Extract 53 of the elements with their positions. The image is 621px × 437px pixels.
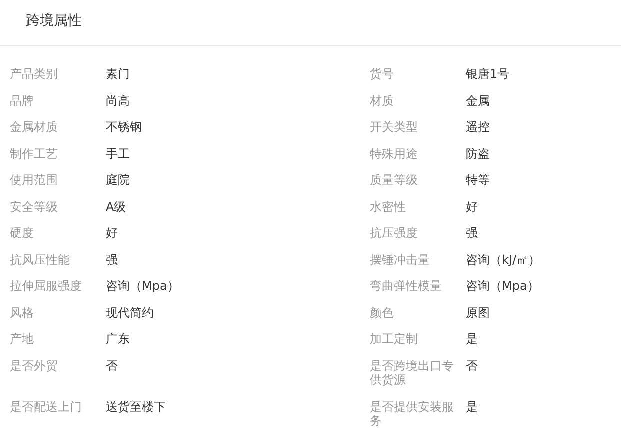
attribute-label: 拉伸屈服强度	[10, 279, 83, 294]
attribute-label: 货号	[370, 67, 395, 82]
attribute-value: 是	[466, 400, 478, 414]
attribute-value: 现代简约	[106, 306, 154, 320]
attribute-value: 否	[466, 358, 478, 373]
attribute-value: 否	[106, 358, 118, 373]
attribute-value: 素门	[106, 67, 130, 82]
attribute-label: 金属材质	[10, 120, 59, 134]
attribute-label: 材质	[370, 94, 395, 108]
attribute-label: 摆锤冲击量	[370, 252, 431, 267]
attribute-label: 是否提供安装服务	[370, 400, 455, 428]
attribute-label: 抗压强度	[370, 226, 419, 240]
attribute-label: 制作工艺	[10, 146, 59, 161]
attribute-label: 弯曲弹性模量	[370, 279, 443, 294]
attribute-value: 防盗	[466, 146, 490, 161]
attribute-value: 好	[106, 226, 118, 240]
attribute-value: 遥控	[466, 120, 490, 134]
attribute-value: 咨询（kJ/㎡）	[466, 252, 541, 267]
attribute-label: 是否跨境出口专供货源	[370, 358, 455, 388]
attribute-value: 送货至楼下	[106, 400, 166, 414]
attribute-label: 开关类型	[370, 120, 419, 134]
attribute-value: 好	[466, 200, 478, 214]
attribute-label: 抗风压性能	[10, 252, 71, 267]
attribute-label: 风格	[10, 306, 35, 320]
attribute-label: 硬度	[10, 226, 35, 240]
attribute-label: 产地	[10, 332, 35, 346]
attribute-label: 产品类别	[10, 67, 59, 82]
attribute-value: 手工	[106, 146, 130, 161]
attribute-label: 是否配送上门	[10, 400, 83, 414]
attribute-value: 不锈钢	[106, 120, 142, 134]
attribute-label: 加工定制	[370, 332, 419, 346]
attribute-value: 强	[106, 252, 118, 267]
attribute-value: 强	[466, 226, 478, 240]
attribute-label: 品牌	[10, 94, 35, 108]
attribute-value: 原图	[466, 306, 490, 320]
section-title: 跨境属性	[26, 13, 82, 29]
attribute-value: 特等	[466, 173, 490, 188]
attribute-label: 使用范围	[10, 173, 59, 188]
attribute-label: 质量等级	[370, 173, 419, 188]
attribute-label: 安全等级	[10, 200, 59, 214]
attribute-label: 水密性	[370, 200, 407, 214]
attribute-value: 银唐1号	[466, 67, 510, 82]
attribute-label: 颜色	[370, 306, 395, 320]
attribute-value: 是	[466, 332, 478, 346]
attribute-value: 广东	[106, 332, 130, 346]
attribute-label: 特殊用途	[370, 146, 419, 161]
attribute-value: 咨询（Mpa）	[106, 279, 180, 294]
attribute-label: 是否外贸	[10, 358, 59, 373]
attribute-value: A级	[106, 200, 126, 214]
attribute-value: 金属	[466, 94, 490, 108]
attribute-value: 咨询（Mpa）	[466, 279, 540, 294]
attribute-value: 尚高	[106, 94, 130, 108]
attribute-value: 庭院	[106, 173, 130, 188]
